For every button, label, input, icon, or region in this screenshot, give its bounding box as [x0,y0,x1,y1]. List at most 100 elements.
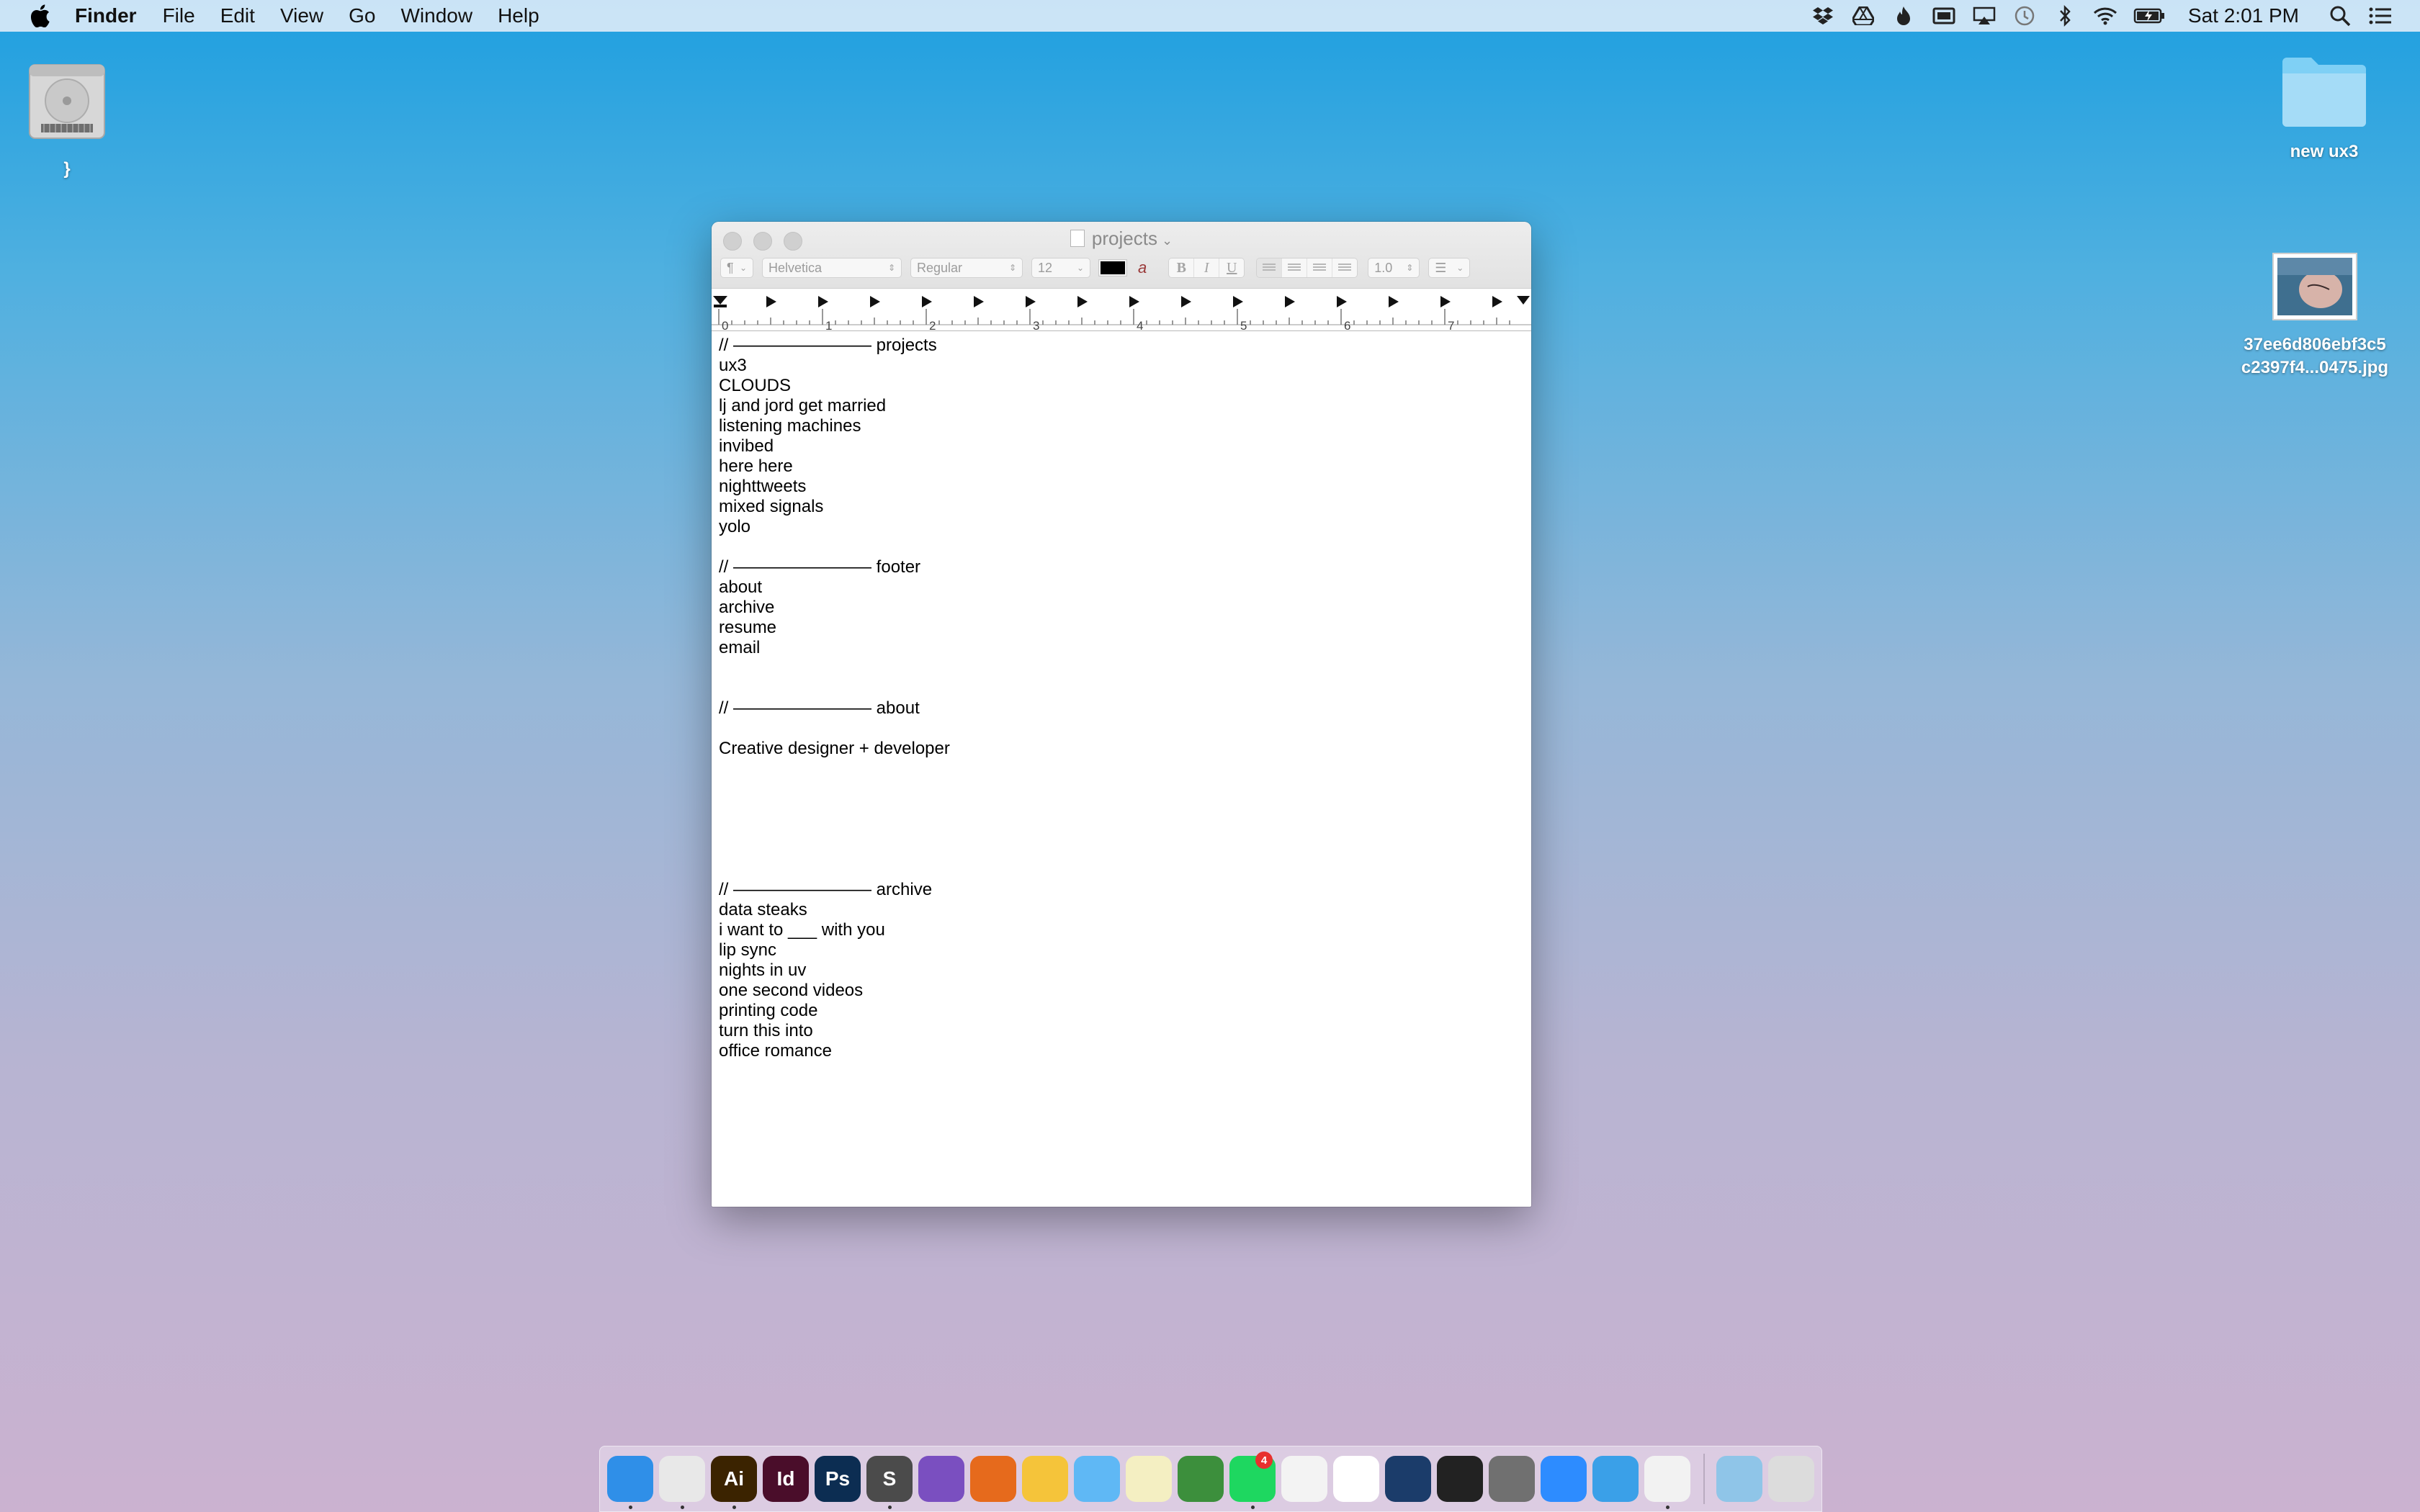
document-line[interactable]: yolo [719,517,1524,537]
document-line[interactable]: office romance [719,1041,1524,1061]
document-line[interactable]: // ———————— projects [719,336,1524,356]
ruler[interactable]: 0 1 2 3 4 5 6 7 [712,289,1531,331]
tab-stop-marker[interactable] [922,296,932,307]
menu-edit[interactable]: Edit [220,4,255,27]
dock-github-desktop-icon[interactable] [918,1456,964,1502]
document-line[interactable]: i want to ___ with you [719,920,1524,940]
tab-stop-marker[interactable] [766,296,776,307]
dock-downloads-icon[interactable] [1716,1456,1762,1502]
align-right-button[interactable] [1307,258,1333,277]
document-line[interactable]: lj and jord get married [719,396,1524,416]
tab-stop-marker[interactable] [1181,296,1191,307]
tab-stop-marker[interactable] [974,296,984,307]
font-style-popup[interactable]: Regular ⇕ [910,258,1023,278]
desktop-drive[interactable]: } [22,60,112,181]
document-line[interactable]: nighttweets [719,477,1524,497]
dock-indesign-icon[interactable]: Id [763,1456,809,1502]
dropbox-icon[interactable] [1811,5,1835,27]
document-line[interactable]: listening machines [719,416,1524,436]
menu-go[interactable]: Go [349,4,375,27]
list-style-popup[interactable]: ☰ ⌄ [1428,258,1471,278]
document-line[interactable]: invibed [719,436,1524,456]
flame-icon[interactable] [1891,5,1916,27]
align-justify-button[interactable] [1332,258,1358,277]
spotlight-search-icon[interactable] [2328,5,2352,27]
dock-app-store-utility-icon[interactable] [1592,1456,1639,1502]
chevron-down-icon[interactable]: ⌄ [1077,263,1084,273]
menu-window[interactable]: Window [400,4,472,27]
tab-stop-marker[interactable] [1129,296,1139,307]
document-line[interactable]: data steaks [719,900,1524,920]
menu-file[interactable]: File [163,4,195,27]
tab-stop-marker[interactable] [1492,296,1502,307]
tab-stop-marker[interactable] [818,296,828,307]
document-line[interactable] [719,819,1524,840]
document-line[interactable] [719,799,1524,819]
highlight-color-icon[interactable]: a [1138,258,1147,277]
left-indent-marker[interactable] [713,296,727,305]
dock-obs-icon[interactable] [1437,1456,1483,1502]
document-line[interactable]: archive [719,598,1524,618]
document-line[interactable]: ux3 [719,356,1524,376]
dock-system-preferences-icon[interactable] [1489,1456,1535,1502]
document-line[interactable]: Creative designer + developer [719,739,1524,759]
document-line[interactable] [719,678,1524,698]
menu-view[interactable]: View [280,4,323,27]
tab-stop-marker[interactable] [1233,296,1243,307]
dock-numbers-icon[interactable] [1333,1456,1379,1502]
align-left-button[interactable] [1257,258,1283,277]
dock-evernote-icon[interactable] [1178,1456,1224,1502]
bluetooth-icon[interactable] [2053,5,2077,27]
desktop-image-file[interactable]: 37ee6d806ebf3c5 c2397f4...0475.jpg [2228,252,2401,379]
text-color-well[interactable] [1099,260,1126,276]
dock-messages-icon[interactable] [1074,1456,1120,1502]
dock-illustrator-icon[interactable]: Ai [711,1456,757,1509]
dock-finder-icon[interactable] [607,1456,653,1509]
document-line[interactable]: nights in uv [719,960,1524,981]
document-line[interactable]: // ———————— footer [719,557,1524,577]
document-line[interactable]: about [719,577,1524,598]
tab-stop-marker[interactable] [1337,296,1347,307]
line-spacing-popup[interactable]: 1.0 ⇕ [1368,258,1420,278]
mirror-icon[interactable] [1932,5,1956,27]
document-line[interactable] [719,658,1524,678]
dock-firefox-icon[interactable] [970,1456,1016,1502]
document-line[interactable] [719,759,1524,779]
document-line[interactable] [719,860,1524,880]
paragraph-styles-popup[interactable]: ¶ ⌄ [720,258,753,278]
document-line[interactable]: one second videos [719,981,1524,1001]
menu-clock[interactable]: Sat 2:01 PM [2188,4,2299,27]
tab-stop-marker[interactable] [1440,296,1451,307]
dock-trash-icon[interactable] [1768,1456,1814,1502]
document-line[interactable]: mixed signals [719,497,1524,517]
document-line[interactable] [719,537,1524,557]
document-line[interactable] [719,840,1524,860]
notification-center-icon[interactable] [2368,5,2393,27]
dock-itunes-icon[interactable] [1281,1456,1327,1502]
dock-notes-icon[interactable] [1126,1456,1172,1502]
first-line-indent-marker[interactable] [714,305,727,307]
dock-photoshop-icon[interactable]: Ps [815,1456,861,1502]
font-size-field[interactable]: 12 ⌄ [1031,258,1090,278]
bold-button[interactable]: B [1169,258,1195,277]
tab-stop-marker[interactable] [870,296,880,307]
document-line[interactable]: // ———————— about [719,698,1524,719]
desktop-folder[interactable]: new ux3 [2269,52,2380,163]
dock-sublime-text-icon[interactable]: S [866,1456,913,1509]
tab-stop-marker[interactable] [1389,296,1399,307]
document-line[interactable]: CLOUDS [719,376,1524,396]
tab-stop-marker[interactable] [1285,296,1295,307]
tab-stop-marker[interactable] [1077,296,1088,307]
align-center-button[interactable] [1282,258,1308,277]
document-line[interactable]: turn this into [719,1021,1524,1041]
document-line[interactable] [719,779,1524,799]
document-line[interactable]: printing code [719,1001,1524,1021]
document-line[interactable]: // ———————— archive [719,880,1524,900]
italic-button[interactable]: I [1194,258,1220,277]
apple-icon[interactable] [29,4,50,27]
battery-icon[interactable] [2133,5,2165,27]
textedit-window[interactable]: projects ⌄ ¶ ⌄ Helvetica ⇕ Regular ⇕ 12 ⌄ a B… [712,222,1531,1207]
dock-zoom-icon[interactable] [1541,1456,1587,1502]
document-title[interactable]: projects ⌄ [712,228,1531,250]
dock-textedit-icon[interactable] [1644,1456,1690,1509]
